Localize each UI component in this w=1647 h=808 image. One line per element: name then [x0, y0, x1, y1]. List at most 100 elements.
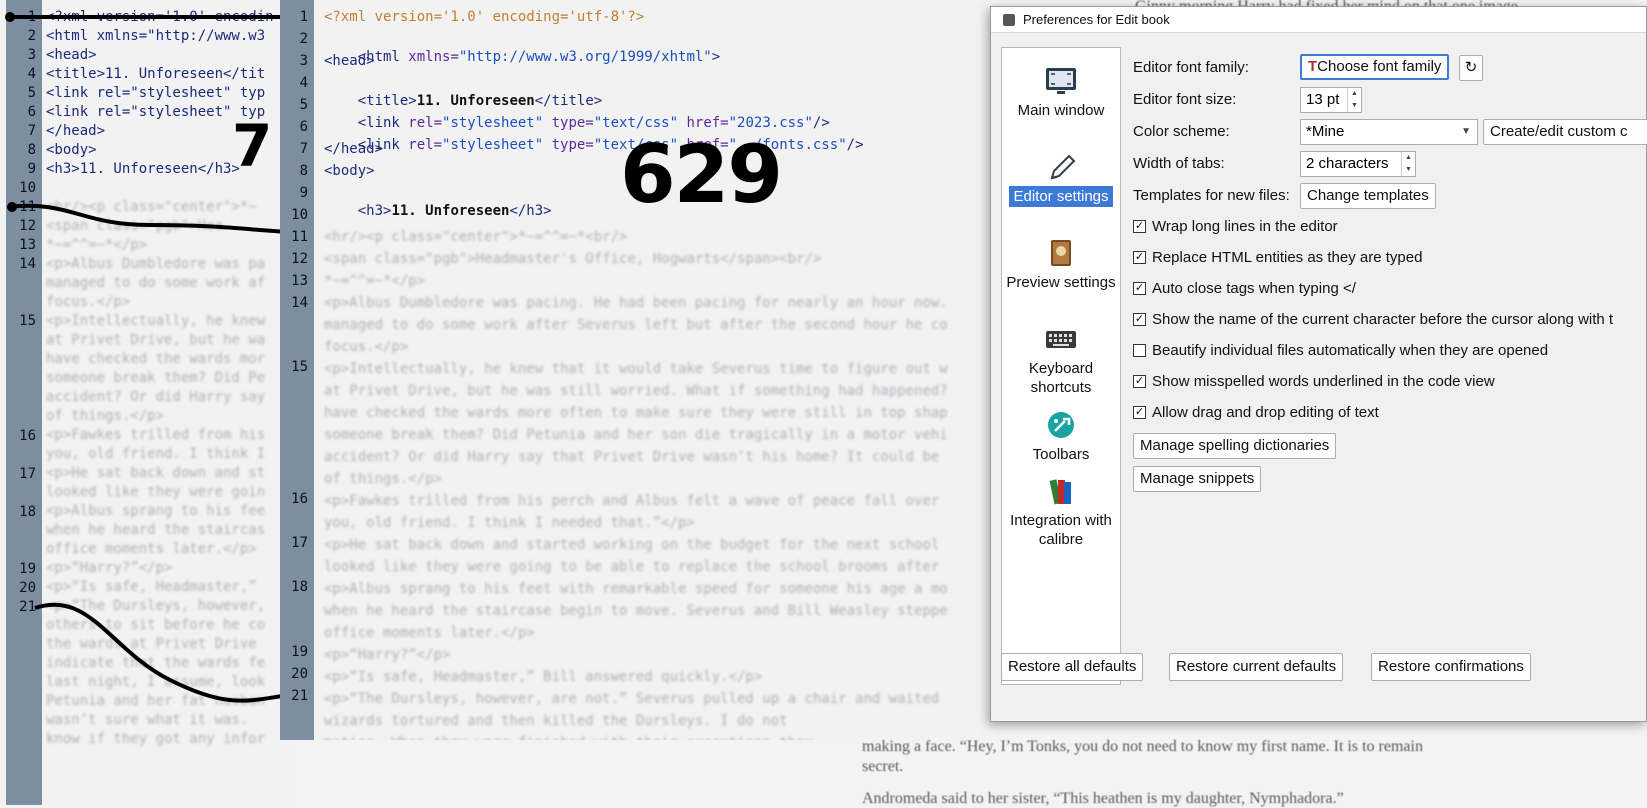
- code-line-3[interactable]: <head>: [324, 52, 375, 70]
- front-faded-code-line: *~=^^=~*</p>: [324, 273, 426, 289]
- nav-editor-settings[interactable]: Editor settings: [1002, 152, 1120, 207]
- line-number: 5: [299, 97, 308, 113]
- color-scheme-select[interactable]: *Mine ▼: [1300, 119, 1478, 145]
- books-icon: [1049, 479, 1071, 505]
- line-number: 12: [291, 251, 308, 267]
- code-line-1[interactable]: <?xml version='1.0' encoding='utf-8'?>: [324, 8, 644, 26]
- front-editor-gutter: 1 2 3 4 5 6 7 8 9 10 11 12 13 14 15 16 17 18 19 20 21: [280, 0, 314, 740]
- front-faded-code-line: <p>“Harry?”</p>: [324, 647, 451, 663]
- front-faded-code-line: have checked the wards more often to mak…: [324, 405, 948, 421]
- restore-confirmations-button[interactable]: Restore confirmations: [1371, 653, 1531, 681]
- front-faded-code-line: someone break them? Did Petunia and her …: [324, 427, 948, 443]
- front-annotation-number: 629: [620, 128, 783, 221]
- rel-value: "stylesheet": [442, 137, 552, 153]
- code-line-6[interactable]: <link rel="stylesheet" type="text/css" h…: [324, 118, 864, 172]
- line-number: 3: [299, 53, 308, 69]
- spinner-arrows-icon[interactable]: ▲ ▼: [1401, 152, 1415, 176]
- beautify-files-checkbox[interactable]: Beautify individual files automatically …: [1133, 342, 1548, 359]
- manage-spelling-dictionaries-button[interactable]: Manage spelling dictionaries: [1133, 433, 1337, 459]
- dialog-titlebar[interactable]: Preferences for Edit book: [991, 7, 1646, 33]
- spinner-arrows-icon[interactable]: ▲ ▼: [1347, 88, 1361, 112]
- h3-open: <h3>: [357, 203, 392, 219]
- tab-width-spinner[interactable]: 2 characters ▲ ▼: [1300, 151, 1416, 177]
- nav-toolbars[interactable]: Toolbars: [1002, 410, 1120, 465]
- checkbox-box[interactable]: ✓: [1133, 251, 1146, 264]
- restore-current-defaults-button[interactable]: Restore current defaults: [1169, 653, 1344, 681]
- line-number: 14: [291, 295, 308, 311]
- line-number: 19: [291, 644, 308, 660]
- line-number: 8: [299, 163, 308, 179]
- html-tag-end: >: [711, 49, 721, 65]
- nav-main-window[interactable]: Main window: [1002, 66, 1120, 121]
- auto-close-tags-checkbox[interactable]: ✓ Auto close tags when typing </: [1133, 280, 1356, 297]
- front-faded-code-line: <hr/><p class="center">*~=^^=~*<br/>: [324, 229, 628, 245]
- front-faded-code-line: at Privet Drive, but he was still worrie…: [324, 383, 948, 399]
- line-number: 16: [291, 491, 308, 507]
- nav-preview-settings-label: Preview settings: [1006, 274, 1116, 291]
- type-attr: type=: [551, 137, 594, 153]
- code-line-7[interactable]: </head>: [324, 140, 383, 158]
- line-number: 13: [291, 273, 308, 289]
- front-faded-code-line: <p>Albus sprang to his feet with remarka…: [324, 581, 948, 597]
- choose-font-family-button[interactable]: TChoose font family: [1300, 54, 1450, 80]
- refresh-icon: ↻: [1464, 59, 1478, 76]
- nav-keyboard-shortcuts[interactable]: Keyboard shortcuts: [1002, 324, 1120, 398]
- line-number: 11: [291, 229, 308, 245]
- h3-text: 11. Unforeseen: [391, 203, 510, 219]
- checkbox-box[interactable]: [1133, 344, 1146, 357]
- line-number: 18: [291, 579, 308, 595]
- line-number: 20: [291, 666, 308, 682]
- font-icon: T: [1308, 58, 1318, 75]
- restore-all-defaults-button[interactable]: Restore all defaults: [1001, 653, 1144, 681]
- nav-toolbars-label: Toolbars: [1032, 446, 1090, 463]
- nav-preview-settings[interactable]: Preview settings: [1002, 238, 1120, 293]
- background-page-line: making a face. “Hey, I’m Tonks, you do n…: [862, 738, 1423, 755]
- reset-font-button[interactable]: ↻: [1459, 55, 1483, 81]
- front-faded-code-line: of things.</p>: [324, 471, 443, 487]
- manage-snippets-button[interactable]: Manage snippets: [1133, 466, 1262, 492]
- front-faded-code-line: <p>“The Dursleys, however, are not.” Sev…: [324, 691, 940, 707]
- dialog-title: Preferences for Edit book: [1023, 12, 1170, 27]
- font-size-spinner[interactable]: 13 pt ▲ ▼: [1300, 87, 1362, 113]
- wrap-lines-checkbox[interactable]: ✓ Wrap long lines in the editor: [1133, 218, 1338, 235]
- front-faded-code-line: <span class="pgb">Headmaster's Office, H…: [324, 251, 822, 267]
- xmlns-value: "http://www.w3.org/1999/xhtml": [458, 49, 712, 65]
- front-faded-code-line: <p>Intellectually, he knew that it would…: [324, 361, 948, 377]
- front-editor: 1 2 3 4 5 6 7 8 9 10 11 12 13 14 15 16 17 18 19 20 21 <?xml …: [280, 0, 992, 740]
- checkbox-box[interactable]: ✓: [1133, 375, 1146, 388]
- create-edit-color-scheme-button[interactable]: Create/edit custom c: [1483, 119, 1647, 145]
- keyboard-icon: [1046, 331, 1076, 348]
- font-size-label: Editor font size:: [1133, 91, 1237, 108]
- line-number: 9: [299, 185, 308, 201]
- link-end: />: [846, 137, 864, 153]
- line-number: 4: [299, 75, 308, 91]
- replace-entities-checkbox[interactable]: ✓ Replace HTML entities as they are typed: [1133, 249, 1422, 266]
- preferences-dialog: Preferences for Edit book Main window Ed…: [990, 6, 1647, 722]
- checkbox-box[interactable]: ✓: [1133, 282, 1146, 295]
- front-faded-code-line: office moments later.</p>: [324, 625, 535, 641]
- checkbox-box[interactable]: ✓: [1133, 406, 1146, 419]
- change-templates-button[interactable]: Change templates: [1300, 183, 1436, 209]
- rel-attr: rel=: [408, 137, 443, 153]
- front-faded-code-line: when he heard the staircase begin to mov…: [324, 603, 948, 619]
- annotation-strokes-back: [5, 12, 290, 703]
- back-editor: 1 2 3 4 5 6 7 8 9 10 11 12 13 14 15 16 17 18 19 20 21 <?xml …: [0, 0, 290, 805]
- show-character-name-checkbox[interactable]: ✓ Show the name of the current character …: [1133, 311, 1613, 328]
- background-page-line: Andromeda said to her sister, “This heat…: [862, 790, 1344, 807]
- front-faded-code-line: <p>Fawkes trilled from his perch and Alb…: [324, 493, 940, 509]
- nav-editor-settings-label: Editor settings: [1009, 186, 1113, 207]
- drag-drop-editing-checkbox[interactable]: ✓ Allow drag and drop editing of text: [1133, 404, 1379, 421]
- checkbox-box[interactable]: ✓: [1133, 220, 1146, 233]
- line-number: 6: [299, 119, 308, 135]
- nav-integration-calibre[interactable]: Integration with calibre: [1002, 476, 1120, 550]
- line-number: 17: [291, 535, 308, 551]
- chevron-down-icon: ▼: [1461, 126, 1471, 137]
- code-line-8[interactable]: <body>: [324, 162, 375, 180]
- templates-label: Templates for new files:: [1133, 187, 1290, 204]
- show-misspelled-checkbox[interactable]: ✓ Show misspelled words underlined in the…: [1133, 373, 1495, 390]
- line-number: 1: [299, 9, 308, 25]
- background-page-line: secret.: [862, 758, 904, 775]
- front-faded-code-line: <p>He sat back down and started working …: [324, 537, 940, 553]
- front-faded-code-line: you, old friend. I think I needed that.”…: [324, 515, 695, 531]
- checkbox-box[interactable]: ✓: [1133, 313, 1146, 326]
